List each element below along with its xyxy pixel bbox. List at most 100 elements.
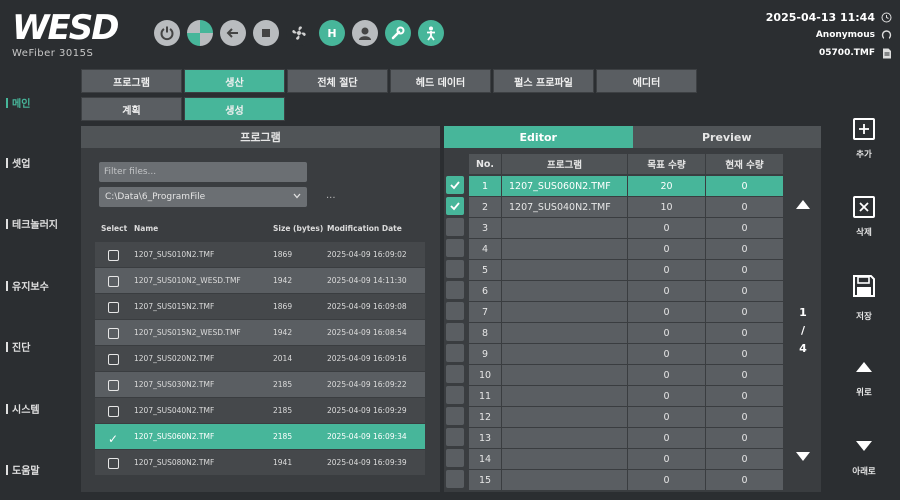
row-current: 0 bbox=[706, 344, 784, 364]
row-current: 0 bbox=[706, 218, 784, 238]
gauge-icon[interactable] bbox=[187, 20, 213, 46]
tab-production[interactable]: 생산 bbox=[184, 69, 285, 93]
row-checkbox[interactable] bbox=[446, 323, 464, 341]
tab-pulse-profile[interactable]: 펄스 프로파일 bbox=[493, 69, 594, 93]
row-checkbox[interactable] bbox=[446, 281, 464, 299]
row-target[interactable]: 10 bbox=[628, 197, 706, 217]
row-target[interactable]: 0 bbox=[628, 470, 706, 490]
file-list: 1207_SUS010N2.TMF 1869 2025-04-09 16:09:02… bbox=[95, 242, 425, 476]
row-target[interactable]: 0 bbox=[628, 218, 706, 238]
row-target[interactable]: 0 bbox=[628, 386, 706, 406]
row-target[interactable]: 0 bbox=[628, 407, 706, 427]
nav-system[interactable]: 시스템 bbox=[6, 401, 40, 416]
nav-main[interactable]: 메인 bbox=[6, 95, 30, 110]
row-target[interactable]: 0 bbox=[628, 344, 706, 364]
row-checkbox[interactable] bbox=[446, 449, 464, 467]
file-row[interactable]: ✓ 1207_SUS060N2.TMF 2185 2025-04-09 16:09:3… bbox=[95, 424, 425, 449]
scroll-up-icon[interactable] bbox=[796, 200, 810, 209]
home-icon[interactable]: H bbox=[319, 20, 345, 46]
tab-editor-view[interactable]: Editor bbox=[444, 126, 633, 148]
file-date: 2025-04-09 16:09:08 bbox=[327, 302, 407, 311]
stop-icon[interactable] bbox=[253, 20, 279, 46]
file-checkbox[interactable] bbox=[108, 328, 119, 339]
file-date: 2025-04-09 16:09:22 bbox=[327, 380, 407, 389]
file-checkbox[interactable] bbox=[108, 276, 119, 287]
save-label: 저장 bbox=[856, 312, 872, 322]
row-target[interactable]: 0 bbox=[628, 365, 706, 385]
page-total: 4 bbox=[799, 342, 807, 355]
nav-maintenance[interactable]: 유지보수 bbox=[6, 278, 49, 293]
row-target[interactable]: 0 bbox=[628, 239, 706, 259]
file-row[interactable]: 1207_SUS010N2_WESD.TMF 1942 2025-04-09 14:… bbox=[95, 268, 425, 293]
scroll-down-icon[interactable] bbox=[796, 452, 810, 461]
checkmark-icon[interactable]: ✓ bbox=[108, 432, 118, 446]
file-name: 1207_SUS020N2.TMF bbox=[134, 354, 215, 363]
file-row[interactable]: 1207_SUS015N2.TMF 1869 2025-04-09 16:09:08 bbox=[95, 294, 425, 319]
chevron-down-icon bbox=[293, 192, 301, 202]
row-checkbox[interactable] bbox=[446, 302, 464, 320]
row-target[interactable]: 20 bbox=[628, 176, 706, 196]
row-checkbox[interactable] bbox=[446, 428, 464, 446]
row-checkbox[interactable] bbox=[446, 386, 464, 404]
current-user: Anonymous bbox=[815, 30, 875, 40]
row-current: 0 bbox=[706, 239, 784, 259]
file-checkbox[interactable] bbox=[108, 458, 119, 469]
row-checkbox[interactable] bbox=[446, 344, 464, 362]
row-checkbox[interactable] bbox=[446, 260, 464, 278]
file-checkbox[interactable] bbox=[108, 302, 119, 313]
delete-x-icon bbox=[853, 196, 875, 218]
row-target[interactable]: 0 bbox=[628, 428, 706, 448]
subtab-create[interactable]: 생성 bbox=[184, 97, 285, 121]
tab-head-data[interactable]: 헤드 데이터 bbox=[390, 69, 491, 93]
row-checkbox-checked[interactable] bbox=[446, 176, 464, 194]
row-checkbox[interactable] bbox=[446, 365, 464, 383]
file-checkbox[interactable] bbox=[108, 250, 119, 261]
nav-diagnostics[interactable]: 진단 bbox=[6, 339, 30, 354]
row-target[interactable]: 0 bbox=[628, 281, 706, 301]
tab-program[interactable]: 프로그램 bbox=[81, 69, 182, 93]
row-checkbox[interactable] bbox=[446, 218, 464, 236]
browse-button[interactable]: ... bbox=[326, 190, 336, 201]
file-checkbox[interactable] bbox=[108, 380, 119, 391]
subtab-plan[interactable]: 계획 bbox=[81, 97, 182, 121]
row-checkbox[interactable] bbox=[446, 239, 464, 257]
row-checkbox-checked[interactable] bbox=[446, 197, 464, 215]
row-checkbox[interactable] bbox=[446, 407, 464, 425]
row-target[interactable]: 0 bbox=[628, 302, 706, 322]
tab-preview[interactable]: Preview bbox=[632, 126, 821, 148]
row-target[interactable]: 0 bbox=[628, 323, 706, 343]
delete-label: 삭제 bbox=[856, 228, 872, 238]
file-row[interactable]: 1207_SUS030N2.TMF 2185 2025-04-09 16:09:22 bbox=[95, 372, 425, 397]
file-row[interactable]: 1207_SUS040N2.TMF 2185 2025-04-09 16:09:29 bbox=[95, 398, 425, 423]
file-row[interactable]: 1207_SUS020N2.TMF 2014 2025-04-09 16:09:16 bbox=[95, 346, 425, 371]
file-row[interactable]: 1207_SUS010N2.TMF 1869 2025-04-09 16:09:02 bbox=[95, 242, 425, 267]
nav-setup[interactable]: 셋업 bbox=[6, 155, 30, 170]
power-icon[interactable] bbox=[154, 20, 180, 46]
row-program bbox=[502, 365, 628, 385]
row-target[interactable]: 0 bbox=[628, 449, 706, 469]
down-button[interactable]: 아래로 bbox=[842, 441, 886, 477]
save-button[interactable]: 저장 bbox=[842, 274, 886, 322]
file-row[interactable]: 1207_SUS015N2_WESD.TMF 1942 2025-04-09 16:… bbox=[95, 320, 425, 345]
tab-full-cut[interactable]: 전체 절단 bbox=[287, 69, 388, 93]
row-program bbox=[502, 449, 628, 469]
tab-editor[interactable]: 에디터 bbox=[596, 69, 697, 93]
file-checkbox[interactable] bbox=[108, 354, 119, 365]
user-icon[interactable] bbox=[352, 20, 378, 46]
nav-help[interactable]: 도움말 bbox=[6, 462, 40, 477]
file-checkbox[interactable] bbox=[108, 406, 119, 417]
path-select[interactable]: C:\Data\6_ProgramFile bbox=[99, 187, 307, 207]
file-row[interactable]: 1207_SUS080N2.TMF 1941 2025-04-09 16:09:39 bbox=[95, 450, 425, 475]
fan-icon[interactable] bbox=[286, 20, 312, 46]
up-button[interactable]: 위로 bbox=[842, 362, 886, 398]
login-icon[interactable] bbox=[220, 20, 246, 46]
row-target[interactable]: 0 bbox=[628, 260, 706, 280]
operator-icon[interactable] bbox=[418, 20, 444, 46]
filter-input[interactable] bbox=[99, 162, 307, 182]
nav-technology[interactable]: 테크놀러지 bbox=[6, 216, 58, 231]
row-no: 13 bbox=[469, 428, 502, 448]
row-checkbox[interactable] bbox=[446, 470, 464, 488]
add-button[interactable]: 추가 bbox=[842, 118, 886, 160]
delete-button[interactable]: 삭제 bbox=[842, 196, 886, 238]
wrench-icon[interactable] bbox=[385, 20, 411, 46]
